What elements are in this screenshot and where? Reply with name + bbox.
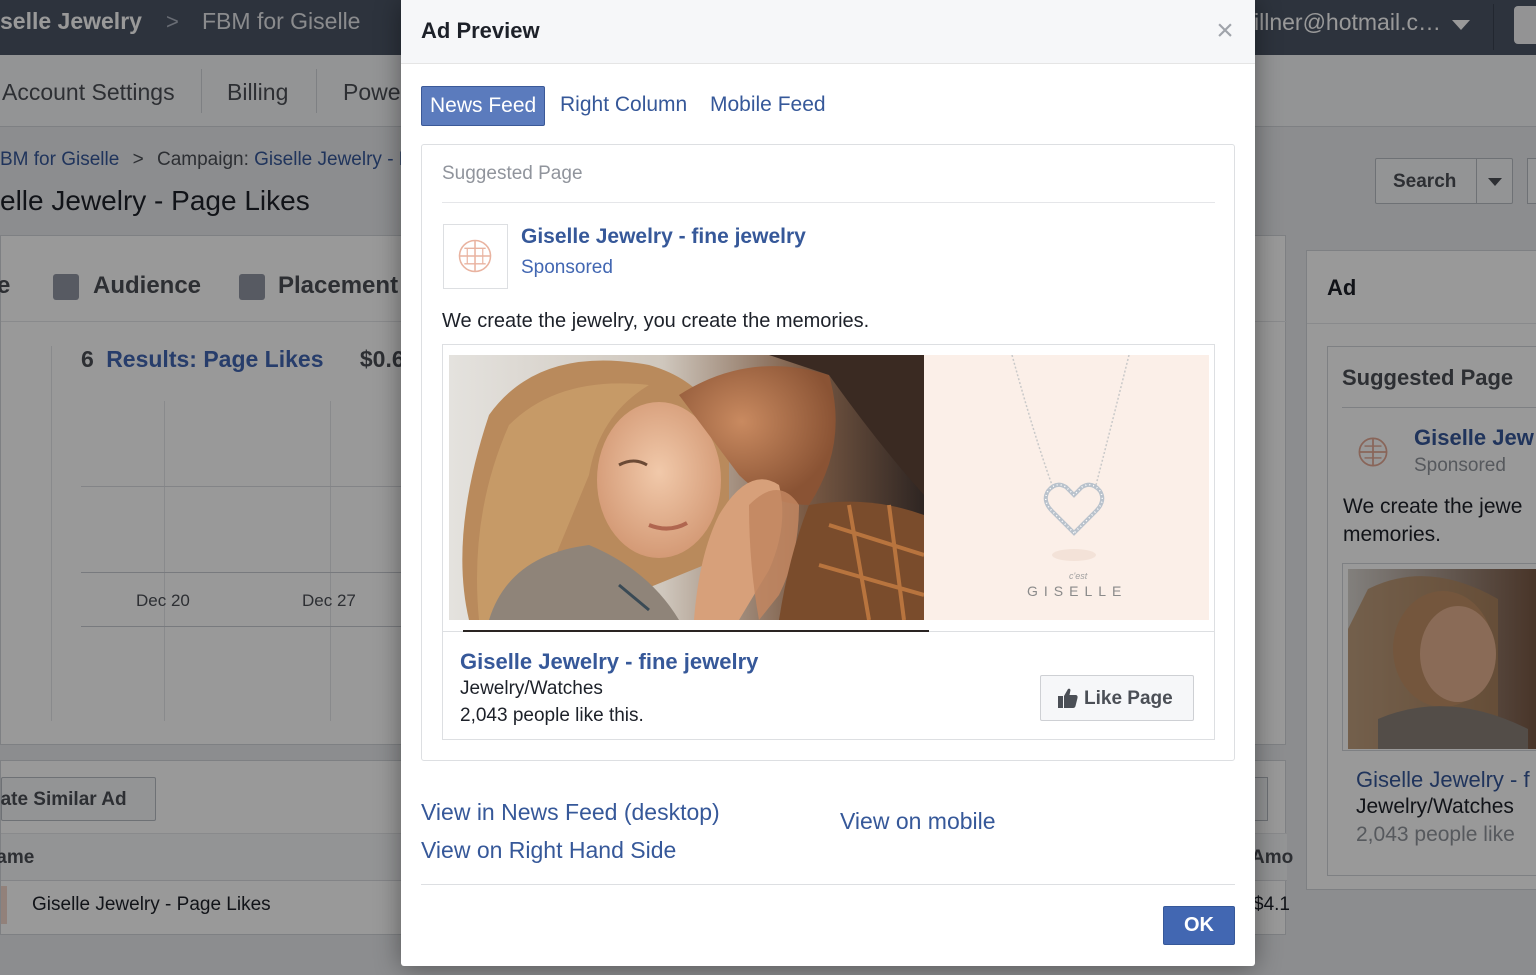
divider	[442, 202, 1215, 203]
page-avatar[interactable]	[443, 224, 508, 289]
view-on-mobile-link[interactable]: View on mobile	[840, 808, 996, 835]
heart-necklace-icon	[1011, 355, 1130, 561]
divider	[421, 884, 1235, 885]
brand-small-text: c'est	[1069, 571, 1088, 581]
page-name-link[interactable]: Giselle Jewelry - fine jewelry	[521, 225, 806, 249]
ad-image[interactable]: c'est GISELLE	[449, 355, 1209, 620]
thumbs-up-icon	[1058, 688, 1078, 708]
suggested-page-label: Suggested Page	[442, 163, 583, 184]
card-page-name-link[interactable]: Giselle Jewelry - fine jewelry	[460, 649, 758, 675]
brand-wordmark: GISELLE	[1027, 583, 1128, 599]
view-news-feed-desktop-link[interactable]: View in News Feed (desktop)	[421, 799, 720, 826]
page-category: Jewelry/Watches	[460, 678, 603, 699]
tab-news-feed[interactable]: News Feed	[421, 86, 546, 126]
dialog-title: Ad Preview	[421, 18, 540, 43]
ad-text: We create the jewelry, you create the me…	[442, 310, 870, 332]
ad-creative-card: c'est GISELLE Giselle Jewelry - fine jew…	[442, 344, 1215, 740]
divider	[463, 630, 929, 632]
like-page-button[interactable]: Like Page	[1040, 675, 1194, 721]
close-icon[interactable]: ×	[1214, 16, 1236, 46]
necklace-panel: c'est GISELLE	[924, 355, 1209, 620]
sponsored-label[interactable]: Sponsored	[521, 257, 613, 279]
mother-daughter-photo	[449, 355, 924, 620]
news-feed-preview: Suggested Page Giselle Jewelry - fine je…	[421, 144, 1235, 761]
ok-button[interactable]: OK	[1163, 906, 1235, 945]
like-page-label: Like Page	[1084, 688, 1173, 709]
view-right-hand-side-link[interactable]: View on Right Hand Side	[421, 837, 676, 864]
tab-mobile-feed[interactable]: Mobile Feed	[710, 86, 826, 126]
page-likes-count: 2,043 people like this.	[460, 705, 644, 726]
dialog-header: Ad Preview ×	[401, 0, 1255, 64]
giselle-logo-icon	[458, 239, 492, 273]
tab-right-column[interactable]: Right Column	[560, 86, 687, 126]
ad-preview-dialog: Ad Preview × News Feed Right Column Mobi…	[401, 0, 1255, 966]
